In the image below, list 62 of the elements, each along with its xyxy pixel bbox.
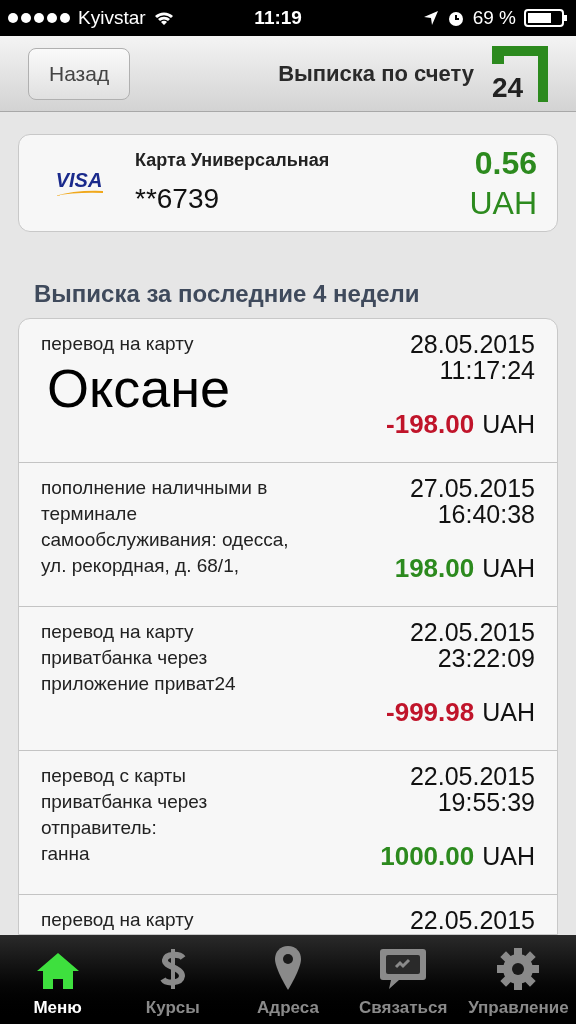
logo: 24: [492, 45, 548, 102]
overlay-caption: Оксане: [47, 361, 231, 415]
carrier-name: Kyivstar: [78, 5, 146, 30]
location-arrow-icon: [422, 10, 439, 26]
alarm-clock-icon: [446, 9, 465, 27]
card-name: Карта Универсальная: [135, 148, 331, 172]
transaction-description: перевод на карту: [41, 620, 195, 644]
transaction-date: 27.05.2015: [409, 475, 535, 501]
battery-percent: 69 %: [472, 5, 516, 30]
transaction-amount: -198.00: [386, 411, 475, 437]
section-title: Выписка за последние 4 недели: [34, 279, 421, 309]
transaction-row[interactable]: перевод на карту 28.05.2015 11:17:24 -198.00 UAH Оксане: [19, 319, 557, 463]
transaction-row[interactable]: перевод с карты приватбанка через отправитель: ганна 22.05.2015 19:55:39 1000.00 UAH: [19, 751, 557, 895]
transaction-description: перевод с карты: [41, 764, 187, 788]
transaction-description: приватбанка через: [41, 646, 209, 670]
transaction-description: самообслуживания: одесса,: [41, 528, 290, 552]
transaction-description: ул. рекордная, д. 68/1,: [41, 554, 240, 578]
transaction-time: 16:40:38: [437, 501, 535, 527]
transaction-description: перевод на карту: [41, 908, 195, 932]
transaction-description: терминале: [41, 502, 138, 526]
signal-icon: [8, 13, 70, 23]
tab-bar-item[interactable]: Управление: [460, 935, 576, 1024]
card-currency: UAH: [469, 184, 537, 223]
transaction-description: перевод на карту: [41, 332, 195, 356]
transaction-currency: UAH: [482, 411, 535, 437]
card-brand-logo: VISA: [55, 170, 103, 190]
clock-time: 11:19: [253, 5, 303, 30]
transaction-amount: 1000.00: [380, 843, 475, 869]
tab-bar-item[interactable]: Адреса: [230, 935, 346, 1024]
page-title: Выписка по счету: [277, 60, 475, 88]
card-balance: 0.56: [474, 144, 537, 183]
transaction-time: 23:22:09: [437, 645, 535, 671]
transaction-time: 19:55:39: [437, 789, 535, 815]
tab-bar-item[interactable]: Меню: [0, 935, 116, 1024]
transaction-currency: UAH: [482, 699, 535, 725]
card-number: **6739: [135, 181, 221, 216]
transaction-description: приложение приват24: [41, 672, 237, 696]
transaction-row[interactable]: перевод на карту приватбанка через приложение приват24 22.05.2015 23:22:09 -999.98 UAH: [19, 607, 557, 751]
map-pin-icon: [274, 944, 302, 991]
transaction-time: 11:17:24: [439, 357, 535, 383]
battery-icon: [524, 9, 568, 27]
transaction-date: 22.05.2015: [409, 763, 535, 789]
transaction-date: 22.05.2015: [409, 619, 535, 645]
transaction-amount: 198.00: [394, 555, 475, 581]
settings-icon: [496, 946, 541, 991]
tab-bar-item[interactable]: Связаться: [345, 935, 461, 1024]
transaction-description: приватбанка через: [41, 790, 209, 814]
transaction-row[interactable]: пополнение наличными в терминале самообслуживания: одесса, ул. рекордная, д. 68/1, 27.05.2015 16:40:38 198.00 UAH: [19, 463, 557, 607]
tab-bar-item[interactable]: Курсы: [115, 935, 231, 1024]
transaction-description: пополнение наличными в: [41, 476, 269, 500]
transaction-date: 28.05.2015: [409, 331, 535, 357]
transaction-date: 22.05.2015: [409, 907, 535, 933]
transaction-currency: UAH: [482, 843, 535, 869]
back-button[interactable]: Назад: [28, 47, 131, 100]
transaction-description: отправитель:: [41, 816, 158, 840]
chat-phone-icon: [379, 946, 428, 991]
transaction-amount: -999.98: [386, 699, 475, 725]
transaction-description: ганна: [41, 842, 91, 866]
dollar-icon: [157, 946, 188, 991]
swoosh-icon: [55, 190, 103, 196]
wifi-icon: [153, 10, 174, 26]
transaction-currency: UAH: [482, 555, 535, 581]
